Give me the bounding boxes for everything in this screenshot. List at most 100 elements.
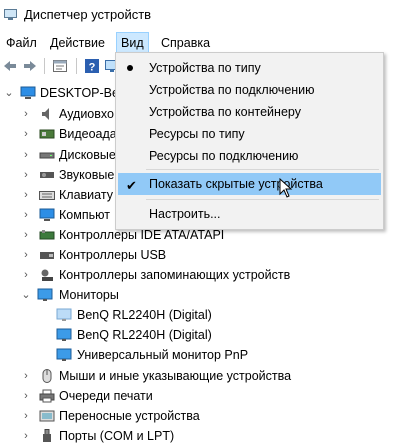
- tree-item-label: Контроллеры запоминающих устройств: [59, 268, 291, 282]
- menu-item-devices-by-connection[interactable]: Устройства по подключению: [116, 79, 383, 101]
- menu-item-label: Ресурсы по типу: [149, 127, 245, 141]
- menu-action[interactable]: Действие: [46, 33, 109, 53]
- tree-item-computer[interactable]: › Компьют: [0, 205, 120, 225]
- tree-item-monitors[interactable]: ⌄ Мониторы: [0, 285, 200, 305]
- portable-device-icon: [39, 410, 55, 422]
- tree-item-label: Компьют: [59, 208, 110, 222]
- tree-item-label: Звуковые: [59, 168, 115, 182]
- keyboard-icon: [39, 191, 55, 200]
- tree-item-monitor-pnp[interactable]: Универсальный монитор PnP: [0, 345, 300, 365]
- chevron-right-icon[interactable]: ›: [21, 124, 31, 144]
- tree-item-sound[interactable]: › Звуковые: [0, 165, 120, 185]
- tree-item-label: Переносные устройства: [59, 409, 200, 423]
- menu-item-label: Показать скрытые устройства: [149, 177, 323, 191]
- menu-separator: [146, 199, 379, 200]
- monitor-icon: [56, 328, 72, 341]
- toolbar-separator: [44, 58, 45, 74]
- mouse-icon: [42, 369, 52, 383]
- menu-view[interactable]: Вид: [116, 32, 149, 54]
- menu-item-resources-by-type[interactable]: Ресурсы по типу: [116, 123, 383, 145]
- display-adapter-icon: [39, 129, 55, 139]
- menu-item-label: Устройства по подключению: [149, 83, 315, 97]
- tree-root-label: DESKTOP-Be: [40, 86, 119, 100]
- chevron-right-icon[interactable]: ›: [21, 406, 31, 426]
- tree-item-label: Видеоада: [59, 127, 117, 141]
- tree-item-label: Контроллеры USB: [59, 248, 167, 262]
- view-menu-dropdown: Устройства по типу Устройства по подключ…: [115, 52, 384, 230]
- controller-icon: [39, 230, 55, 240]
- svg-text:?: ?: [89, 62, 96, 74]
- menu-item-show-hidden-devices[interactable]: ✔ Показать скрытые устройства: [118, 173, 381, 195]
- menu-item-resources-by-connection[interactable]: Ресурсы по подключению: [116, 145, 383, 167]
- tree-item-portable-devices[interactable]: › Переносные устройства: [0, 406, 250, 426]
- menu-bar: Файл Действие Вид Справка: [0, 32, 413, 54]
- computer-icon: [39, 208, 55, 221]
- disk-drive-icon: [39, 152, 55, 159]
- forward-arrow-icon[interactable]: [22, 58, 38, 74]
- tree-item-label: BenQ RL2240H (Digital): [77, 328, 212, 342]
- tree-item-display-adapters[interactable]: › Видеоада: [0, 124, 120, 144]
- chevron-right-icon[interactable]: ›: [21, 104, 31, 124]
- tree-item-monitor-benq-2[interactable]: BenQ RL2240H (Digital): [0, 325, 300, 345]
- tree-item-label: BenQ RL2240H (Digital): [77, 308, 212, 322]
- chevron-right-icon[interactable]: ›: [21, 145, 31, 165]
- monitor-icon: [56, 348, 72, 361]
- menu-file[interactable]: Файл: [2, 33, 41, 53]
- tree-item-label: Порты (COM и LPT): [59, 429, 175, 443]
- chevron-right-icon[interactable]: ›: [21, 165, 31, 185]
- tree-item-mice[interactable]: › Мыши и иные указывающие устройства: [0, 366, 320, 386]
- menu-item-label: Устройства по типу: [149, 61, 261, 75]
- chevron-right-icon[interactable]: ›: [21, 265, 31, 285]
- menu-item-label: Устройства по контейнеру: [149, 105, 301, 119]
- printer-icon: [39, 389, 55, 403]
- menu-item-label: Настроить...: [149, 207, 221, 221]
- menu-separator: [146, 169, 379, 170]
- checkmark-icon: ✔: [126, 178, 137, 193]
- usb-icon: [40, 252, 54, 259]
- monitor-icon: [37, 288, 53, 301]
- chevron-right-icon[interactable]: ›: [21, 245, 31, 265]
- device-manager-icon: [4, 9, 17, 20]
- menu-help[interactable]: Справка: [157, 33, 214, 53]
- computer-icon: [20, 86, 36, 99]
- title-bar: Диспетчер устройств: [0, 0, 413, 30]
- sound-icon: [40, 172, 54, 178]
- chevron-down-icon[interactable]: ⌄: [21, 285, 31, 305]
- tree-item-storage-controllers[interactable]: › Контроллеры запоминающих устройств: [0, 265, 320, 285]
- chevron-right-icon[interactable]: ›: [21, 366, 31, 386]
- storage-controller-icon: [41, 269, 53, 281]
- chevron-right-icon[interactable]: ›: [21, 225, 31, 245]
- tree-item-label: Универсальный монитор PnP: [77, 348, 249, 362]
- tree-item-disk-drives[interactable]: › Дисковые: [0, 145, 120, 165]
- menu-item-devices-by-type[interactable]: Устройства по типу: [116, 57, 383, 79]
- chevron-right-icon[interactable]: ›: [21, 426, 31, 446]
- tree-item-label: Клавиату: [59, 188, 113, 202]
- tree-item-label: Очереди печати: [59, 389, 153, 403]
- tree-item-monitor-benq-1[interactable]: BenQ RL2240H (Digital): [0, 305, 300, 325]
- tree-root[interactable]: ⌄ DESKTOP-Be: [0, 83, 120, 103]
- speaker-icon: [42, 108, 49, 120]
- chevron-right-icon[interactable]: ›: [21, 205, 31, 225]
- chevron-down-icon[interactable]: ⌄: [4, 83, 14, 103]
- tree-item-label: Аудиовхо: [59, 107, 114, 121]
- mouse-pointer-icon: [279, 178, 293, 198]
- monitor-icon: [56, 308, 72, 321]
- tree-item-usb-controllers[interactable]: › Контроллеры USB: [0, 245, 300, 265]
- window-title: Диспетчер устройств: [24, 7, 152, 22]
- menu-item-label: Ресурсы по подключению: [149, 149, 299, 163]
- menu-item-devices-by-container[interactable]: Устройства по контейнеру: [116, 101, 383, 123]
- menu-item-customize[interactable]: Настроить...: [116, 203, 383, 225]
- tree-item-audio[interactable]: › Аудиовхо: [0, 104, 120, 124]
- toolbar-separator: [76, 58, 77, 74]
- chevron-right-icon[interactable]: ›: [21, 386, 31, 406]
- tree-item-print-queues[interactable]: › Очереди печати: [0, 386, 200, 406]
- help-icon[interactable]: ?: [84, 58, 100, 74]
- chevron-right-icon[interactable]: ›: [21, 185, 31, 205]
- tree-item-label: Мыши и иные указывающие устройства: [59, 369, 292, 383]
- radio-bullet-icon: [127, 65, 133, 71]
- tree-item-label: Дисковые: [59, 148, 116, 162]
- back-arrow-icon[interactable]: [2, 58, 18, 74]
- properties-icon[interactable]: [52, 58, 68, 74]
- tree-item-ports[interactable]: › Порты (COM и LPT): [0, 426, 250, 446]
- tree-item-keyboards[interactable]: › Клавиату: [0, 185, 120, 205]
